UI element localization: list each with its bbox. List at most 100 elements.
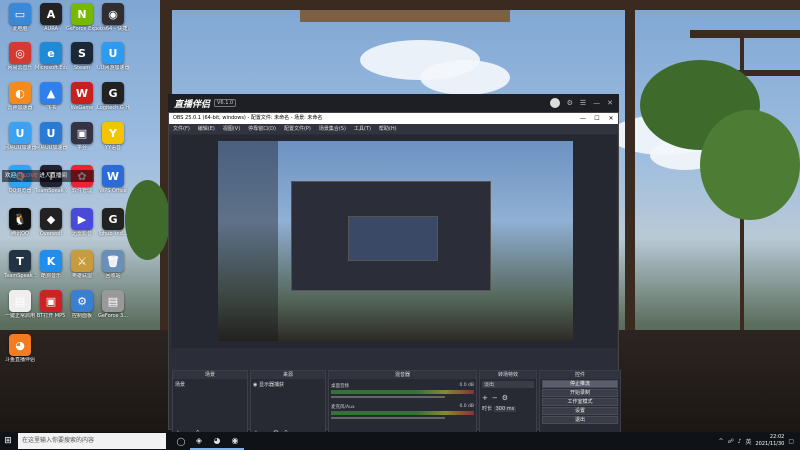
close-icon[interactable]: ✕ xyxy=(607,99,613,107)
minimize-icon[interactable]: — xyxy=(593,99,600,107)
desktop-shortcut[interactable]: ◆ Overwolf xyxy=(35,208,67,237)
desktop-shortcut[interactable]: W WPS Office xyxy=(97,165,129,194)
desktop-shortcut[interactable]: GLogitech G HUB xyxy=(97,82,129,111)
start-recording-button[interactable]: 开始录制 xyxy=(542,389,618,397)
desktop-shortcut[interactable]: ◕ 斗鱼直播伴侣 xyxy=(4,334,36,363)
add-icon[interactable]: + xyxy=(482,394,488,402)
taskbar-apps: ◯ ◈ ◕ ◉ xyxy=(172,432,244,450)
volume-slider[interactable] xyxy=(331,417,446,419)
desktop-shortcut[interactable]: Glghub_ind... xyxy=(97,208,129,237)
desktop-shortcut[interactable]: ▲ 飞书 xyxy=(35,82,67,111)
exit-button[interactable]: 退出 xyxy=(542,416,618,424)
desktop-shortcut-label: lghub_ind... xyxy=(98,231,128,237)
tray-expand-icon[interactable]: ^ xyxy=(719,438,724,445)
menu-item[interactable]: 视图(V) xyxy=(223,124,240,134)
desktop-shortcut[interactable]: TTeamSpeak 3 Client xyxy=(4,250,36,279)
taskbar-app-steam-icon[interactable]: ◈ xyxy=(190,432,208,450)
gear-icon[interactable]: ⚙ xyxy=(502,394,508,402)
desktop-shortcut[interactable]: ⚙ 控制面板 xyxy=(66,290,98,319)
desktop-shortcut-label: GeForce 3... xyxy=(97,313,129,319)
desktop-shortcut[interactable]: ▣ BT打开 MP5 xyxy=(35,290,67,319)
desktop-shortcut-label: TeamSpeak Overlay xyxy=(35,188,67,194)
desktop-shortcut[interactable]: ▤ GeForce 3... xyxy=(97,290,129,319)
desktop-shortcut[interactable]: ◎ 网易云音乐 xyxy=(4,42,36,71)
scene-item[interactable]: 场景 xyxy=(175,381,245,388)
qq-icon: 🐧 xyxy=(9,208,31,230)
desktop-shortcut[interactable]: 🗑 回收站 xyxy=(97,250,129,279)
desktop-shortcut-label: 网易UU加速器 xyxy=(4,145,36,151)
clock[interactable]: 22:02 2021/11/30 xyxy=(756,434,785,448)
minimize-button[interactable]: — xyxy=(576,113,590,124)
menu-item[interactable]: 配置文件(P) xyxy=(284,124,311,134)
mixer-dock-title: 混音器 xyxy=(329,371,476,379)
desktop-shortcut[interactable]: ◉obs64 - 快捷方式 xyxy=(97,3,129,32)
desktop-shortcut[interactable]: ▭ 此电脑 xyxy=(4,3,36,32)
file-icon: ▤ xyxy=(9,290,31,312)
desktop-shortcut[interactable]: S Steam xyxy=(66,42,98,71)
desktop-shortcut[interactable]: W WeGame xyxy=(66,82,98,111)
menu-item[interactable]: 文件(F) xyxy=(173,124,190,134)
desktop-shortcut[interactable]: U 网易UU加速器 xyxy=(4,122,36,151)
desktop-shortcut[interactable]: U 网易UU加速器 xyxy=(35,122,67,151)
transitions-dock-title: 转场特效 xyxy=(480,371,536,379)
input-language[interactable]: 英 xyxy=(745,437,751,446)
studio-mode-button[interactable]: 工作室模式 xyxy=(542,398,618,406)
menu-item[interactable]: 编辑(E) xyxy=(198,124,215,134)
volume-icon[interactable]: ♪ xyxy=(738,438,742,445)
taskbar-search-input[interactable]: 在这里输入你要搜索的内容 xyxy=(18,433,166,449)
stop-stream-button[interactable]: 停止推流 xyxy=(542,380,618,388)
assistant-logo: 直播伴侣 xyxy=(174,99,211,110)
chat-prefix: 欢迎 xyxy=(5,173,18,179)
menu-icon[interactable]: ☰ xyxy=(580,99,586,107)
desktop-shortcut-label: 酷狗音乐 xyxy=(40,273,61,279)
controls-dock-title: 控件 xyxy=(540,371,620,379)
overwolf-icon: ◆ xyxy=(40,208,62,230)
desktop-shortcut[interactable]: ▤ 一键正常启用 xyxy=(4,290,36,319)
desktop-shortcut-label: 迅雷影音 xyxy=(71,231,92,237)
taskbar-app-task-view-icon[interactable]: ◯ xyxy=(172,432,190,450)
duration-input[interactable]: 300 ms xyxy=(493,406,517,412)
volume-slider[interactable] xyxy=(331,396,446,398)
source-item[interactable]: ◉ 显示器捕获 xyxy=(253,381,323,388)
menu-item[interactable]: 场景集合(S) xyxy=(319,124,346,134)
desktop-shortcut[interactable]: NGeForce Experience xyxy=(66,3,98,32)
network-icon[interactable]: ☍ xyxy=(728,438,734,445)
desktop-shortcut-label: Steam xyxy=(73,65,91,71)
desktop-shortcut[interactable]: K 酷狗音乐 xyxy=(35,250,67,279)
desktop-shortcut[interactable]: ⚔ 英雄联盟 xyxy=(66,250,98,279)
obs-preview-area: 场景 场景 +−⌃⌄ 来源 ◉ 显示器捕获 +−⚙⌃⌄ 混音器 桌面音频 0.0… xyxy=(172,135,621,450)
remove-icon[interactable]: − xyxy=(492,394,498,402)
volume-meter xyxy=(331,390,474,394)
taskbar-app-douyu-icon[interactable]: ◕ xyxy=(208,432,226,450)
menu-item[interactable]: 停靠窗口(D) xyxy=(248,124,276,134)
maximize-button[interactable]: ☐ xyxy=(590,113,604,124)
obs-icon: ◉ xyxy=(102,3,124,25)
transition-select[interactable]: 淡出 xyxy=(482,381,534,388)
desktop-shortcut-label: AURA xyxy=(44,26,58,32)
computer-icon: ▭ xyxy=(9,3,31,25)
kugou-icon: K xyxy=(40,250,62,272)
close-button[interactable]: ✕ xyxy=(604,113,618,124)
menu-item[interactable]: 工具(T) xyxy=(354,124,371,134)
desktop-shortcut[interactable]: A AURA xyxy=(35,3,67,32)
desktop-shortcut-label: WPS Office xyxy=(99,188,127,194)
desktop-shortcut[interactable]: ▶ 迅雷影音 xyxy=(66,208,98,237)
notification-icon[interactable]: ▢ xyxy=(788,438,794,445)
avatar[interactable] xyxy=(549,98,560,108)
start-button[interactable]: ⊞ xyxy=(0,432,16,450)
aura-icon: A xyxy=(40,3,62,25)
settings-button[interactable]: 设置 xyxy=(542,407,618,415)
desktop-shortcut-label: obs64 - 快捷方式 xyxy=(97,26,129,32)
desktop-shortcut[interactable]: U UU网游加速器 xyxy=(97,42,129,71)
obs-titlebar: OBS 25.0.1 (64-bit, windows) - 配置文件: 未命名… xyxy=(169,113,618,124)
desktop-shortcut[interactable]: 🐧 腾讯QQ xyxy=(4,208,36,237)
menu-item[interactable]: 帮助(H) xyxy=(379,124,397,134)
desktop-shortcut[interactable]: eMicrosoft Edge xyxy=(35,42,67,71)
settings-icon[interactable]: ⚙ xyxy=(567,99,573,107)
desktop-shortcut[interactable]: ◐ 雷神加速器 xyxy=(4,82,36,111)
taskbar-app-obs-icon[interactable]: ◉ xyxy=(226,432,244,450)
desktop-shortcut[interactable]: ▣ 平台 xyxy=(66,122,98,151)
recycle-bin-icon: 🗑 xyxy=(102,250,124,272)
preview-canvas[interactable] xyxy=(218,141,573,341)
desktop-shortcut[interactable]: Y YY语音 xyxy=(97,122,129,151)
